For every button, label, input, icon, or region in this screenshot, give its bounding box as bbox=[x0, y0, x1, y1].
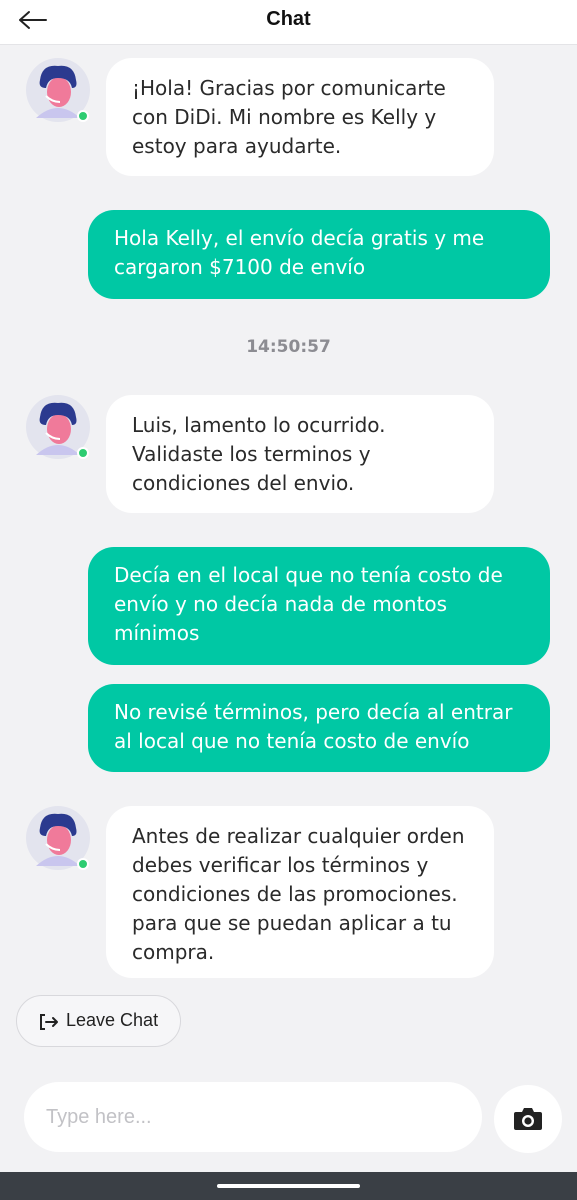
message-input[interactable] bbox=[24, 1082, 482, 1152]
camera-button[interactable] bbox=[494, 1085, 562, 1153]
user-message: Decía en el local que no tenía costo de … bbox=[88, 547, 550, 665]
camera-icon bbox=[514, 1108, 542, 1130]
agent-message: Antes de realizar cualquier orden debes … bbox=[106, 806, 494, 978]
system-navigation-bar bbox=[0, 1172, 577, 1200]
exit-icon bbox=[40, 1014, 58, 1030]
agent-message: Luis, lamento lo ocurrido. Validaste los… bbox=[106, 395, 494, 513]
user-message: Hola Kelly, el envío decía gratis y me c… bbox=[88, 210, 550, 299]
leave-chat-label: Leave Chat bbox=[66, 1010, 159, 1030]
leave-chat-button[interactable]: Leave Chat bbox=[16, 995, 181, 1047]
agent-avatar bbox=[26, 806, 90, 870]
agent-avatar bbox=[26, 58, 90, 122]
agent-message: ¡Hola! Gracias por comunicarte con DiDi.… bbox=[106, 58, 494, 176]
agent-avatar bbox=[26, 395, 90, 459]
message-timestamp: 14:50:57 bbox=[246, 337, 331, 357]
chat-header: Chat bbox=[0, 0, 577, 45]
page-title: Chat bbox=[266, 8, 311, 30]
user-message: No revisé términos, pero decía al entrar… bbox=[88, 684, 550, 772]
home-indicator[interactable] bbox=[217, 1184, 360, 1188]
